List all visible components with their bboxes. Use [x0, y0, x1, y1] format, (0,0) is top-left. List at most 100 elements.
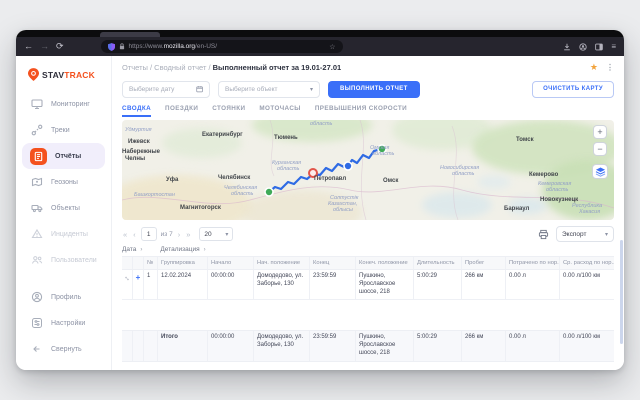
- tab-engine-hours[interactable]: МОТОЧАСЫ: [259, 105, 300, 117]
- tab-speeding[interactable]: ПРЕВЫШЕНИЯ СКОРОСТИ: [315, 105, 407, 117]
- header-cell: Конеч. положение: [356, 257, 414, 269]
- filter-row: Выберите объект ▾ ВЫПОЛНИТЬ ОТЧЕТ ОЧИСТИ…: [122, 80, 614, 98]
- sidebar-item-label: Настройки: [51, 320, 85, 327]
- prev-page-button[interactable]: ‹: [132, 230, 137, 239]
- browser-active-tab[interactable]: [100, 32, 160, 37]
- bookmark-star-icon[interactable]: ☆: [329, 43, 335, 51]
- map-label-city: Магнитогорск: [180, 205, 221, 211]
- sidebar-item-profile[interactable]: Профиль: [16, 284, 111, 310]
- map-label-city: Уфа: [166, 177, 178, 183]
- table-row[interactable]: + 1 12.02.2024 00:00:00 Домодедово, ул. …: [122, 270, 614, 300]
- total-cell-num: [144, 331, 158, 361]
- zoom-in-button[interactable]: +: [593, 125, 607, 139]
- tab-summary[interactable]: СВОДКА: [122, 105, 151, 117]
- group-by-date[interactable]: Дата›: [122, 246, 142, 253]
- printer-icon: [538, 229, 549, 240]
- map-label-region: область: [310, 122, 332, 128]
- menu-icon[interactable]: ≡: [611, 43, 616, 51]
- brand-text-track: TRACK: [64, 70, 95, 80]
- cell-spent-norm: 0.00 л: [506, 270, 560, 299]
- table-scrollbar[interactable]: [620, 240, 623, 344]
- brand-pin-icon: [28, 68, 39, 81]
- header-cell-expand: [133, 257, 144, 269]
- route-point-marker[interactable]: [344, 162, 352, 170]
- next-page-button[interactable]: ›: [177, 230, 182, 239]
- layers-icon: [595, 167, 606, 177]
- download-icon[interactable]: [563, 43, 571, 51]
- export-select[interactable]: Экспорт▾: [556, 226, 614, 242]
- page-size-select[interactable]: 20▾: [199, 227, 233, 241]
- collapse-arrow-icon: [30, 343, 43, 356]
- sidebar-item-collapse[interactable]: Свернуть: [16, 336, 111, 362]
- total-avg-consumption: 0.00 л/100 км: [560, 331, 614, 361]
- incidents-icon: [30, 228, 43, 241]
- route-map[interactable]: областьУдмуртияИжевскНабережныеЧелныЕкат…: [122, 120, 614, 220]
- total-duration: 5:00:29: [414, 331, 462, 361]
- zoom-out-button[interactable]: −: [593, 142, 607, 156]
- object-select[interactable]: Выберите объект ▾: [218, 81, 320, 98]
- header-cell: Конец: [310, 257, 356, 269]
- cell-mileage: 266 км: [462, 270, 506, 299]
- last-page-button[interactable]: »: [185, 230, 191, 239]
- brand-logo[interactable]: STAVTRACK: [16, 64, 111, 91]
- sidebar-item-reports[interactable]: Отчёты: [22, 143, 105, 169]
- sidebar-item-settings[interactable]: Настройки: [16, 310, 111, 336]
- sidebar-item-incidents[interactable]: Инциденты: [16, 221, 111, 247]
- chevron-down-icon: ▾: [225, 231, 228, 238]
- map-label-region: область: [372, 152, 394, 158]
- tab-stops[interactable]: СТОЯНКИ: [212, 105, 245, 117]
- reports-icon: [30, 148, 47, 165]
- map-label-city: Омск: [383, 178, 398, 184]
- sidebar-item-geozones[interactable]: Геозоны: [16, 169, 111, 195]
- expand-row-button[interactable]: +: [133, 270, 144, 299]
- cell-start-location: Домодедово, ул. Заборье, 130: [254, 270, 310, 299]
- date-input[interactable]: [129, 86, 196, 93]
- browser-toolbar: ← → ⟳ https://www.mozilla.org/en-US/ ☆ ≡: [16, 37, 624, 56]
- table-total-row: Итого 00:00:00 Домодедово, ул. Заборье, …: [122, 330, 614, 362]
- group-by-detail[interactable]: Детализация›: [160, 246, 205, 253]
- sidebar-item-monitoring[interactable]: Мониторинг: [16, 91, 111, 117]
- cell-avg-consumption: 0.00 л/100 км: [560, 270, 614, 299]
- url-bar[interactable]: https://www.mozilla.org/en-US/ ☆: [101, 40, 343, 53]
- truck-icon: [30, 202, 43, 215]
- sidebar-panel-icon[interactable]: [595, 43, 603, 51]
- map-label-region: Башкортостан: [134, 193, 175, 199]
- reload-icon[interactable]: ⟳: [56, 42, 64, 51]
- browser-window: ← → ⟳ https://www.mozilla.org/en-US/ ☆ ≡…: [16, 30, 624, 370]
- favorite-star-icon[interactable]: ★: [590, 62, 598, 73]
- run-report-button[interactable]: ВЫПОЛНИТЬ ОТЧЕТ: [328, 81, 420, 98]
- sidebar-item-label: Геозоны: [51, 179, 78, 186]
- back-icon[interactable]: ←: [24, 42, 33, 51]
- sidebar-item-tracks[interactable]: Треки: [16, 117, 111, 143]
- sidebar-item-label: Объекты: [51, 205, 80, 212]
- tab-trips[interactable]: ПОЕЗДКИ: [165, 105, 198, 117]
- table-toolbar: « ‹ 1 из 7 › » 20▾ Экспорт▾: [122, 226, 614, 242]
- profile-icon: [30, 291, 43, 304]
- page-count-label: из 7: [161, 231, 173, 238]
- date-filter[interactable]: [122, 81, 210, 98]
- geozones-icon: [30, 176, 43, 189]
- account-icon[interactable]: [579, 43, 587, 51]
- layers-button[interactable]: [592, 164, 608, 179]
- first-page-button[interactable]: «: [122, 230, 128, 239]
- header-cell: Длительность: [414, 257, 462, 269]
- sidebar-item-objects[interactable]: Объекты: [16, 195, 111, 221]
- map-label-city: Челябинск: [218, 175, 250, 181]
- current-page-box[interactable]: 1: [141, 227, 157, 241]
- clear-map-button[interactable]: ОЧИСТИТЬ КАРТУ: [532, 81, 614, 98]
- header-cell: Начало: [208, 257, 254, 269]
- sidebar-item-label: Профиль: [51, 294, 81, 301]
- region-border: [360, 120, 366, 220]
- map-label-region: область: [546, 188, 568, 194]
- route-start-marker[interactable]: [265, 188, 273, 196]
- total-label: Итого: [158, 331, 208, 361]
- show-track-button[interactable]: [122, 270, 133, 299]
- forward-icon[interactable]: →: [40, 42, 49, 51]
- print-button[interactable]: [538, 229, 549, 240]
- kebab-menu-icon[interactable]: ⋮: [606, 63, 614, 72]
- total-start-location: Домодедово, ул. Заборье, 130: [254, 331, 310, 361]
- region-border: [270, 120, 274, 176]
- sidebar: STAVTRACK Мониторинг Треки Отчёты Геозон…: [16, 56, 112, 370]
- sidebar-item-users[interactable]: Пользователи: [16, 247, 111, 273]
- sidebar-footer: Профиль Настройки Свернуть: [16, 284, 111, 362]
